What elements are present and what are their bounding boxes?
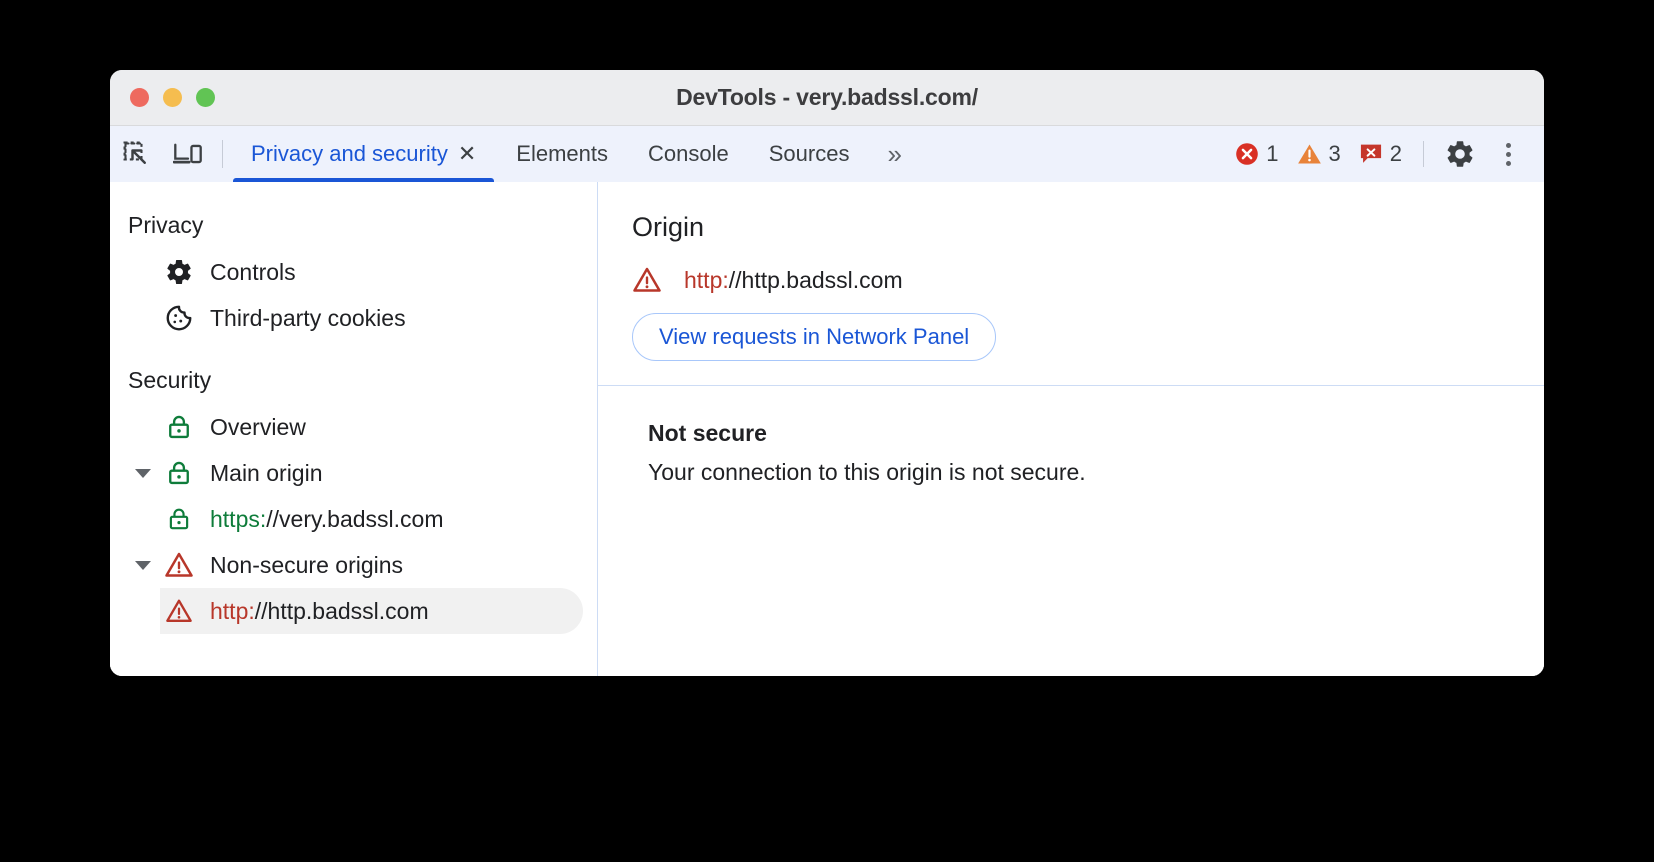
- url-scheme: http:: [684, 266, 729, 293]
- security-status-description: Your connection to this origin is not se…: [648, 459, 1086, 485]
- close-window-button[interactable]: [130, 88, 149, 107]
- tab-console[interactable]: Console: [628, 126, 749, 182]
- kebab-dot: [1505, 160, 1511, 166]
- url-host: //http.badssl.com: [728, 266, 903, 293]
- device-toolbar-icon[interactable]: [162, 126, 214, 182]
- lock-green-icon: [160, 459, 198, 487]
- warning-triangle-icon: [160, 597, 198, 625]
- window-title-bar: DevTools - very.badssl.com/: [110, 70, 1544, 126]
- main-panel: Origin http://http.badssl.com View reque…: [598, 182, 1544, 676]
- sidebar-item-label: Main origin: [210, 459, 323, 486]
- sidebar-item-origin-url: https://very.badssl.com: [198, 506, 444, 533]
- devtools-toolbar: Privacy and security ✕ Elements Console …: [110, 126, 1544, 182]
- sidebar-section-security-title: Security: [128, 367, 212, 393]
- sidebar-item-main-origin[interactable]: Main origin: [110, 450, 583, 496]
- sidebar-item-non-secure-origins[interactable]: Non-secure origins: [110, 542, 583, 588]
- error-icon: [1236, 143, 1259, 165]
- view-requests-in-network-panel-button[interactable]: View requests in Network Panel: [632, 313, 997, 361]
- url-host: //very.badssl.com: [266, 505, 444, 532]
- cookie-icon: [160, 303, 198, 333]
- tab-label: Privacy and security: [251, 141, 448, 166]
- toolbar-divider: [222, 140, 223, 168]
- warning-count: 3: [1328, 141, 1341, 166]
- more-tabs-chevron-icon[interactable]: »: [869, 126, 919, 182]
- origin-url-row: http://http.badssl.com: [632, 265, 1544, 295]
- sidebar-section-privacy-title: Privacy: [128, 212, 204, 238]
- page-title: Origin: [632, 212, 705, 242]
- security-status-title: Not secure: [648, 420, 767, 446]
- issue-counter[interactable]: 2: [1350, 141, 1411, 167]
- chevron-down-icon[interactable]: [126, 468, 160, 478]
- issue-icon: [1360, 144, 1381, 163]
- maximize-window-button[interactable]: [196, 88, 215, 107]
- warning-counter[interactable]: 3: [1288, 141, 1350, 167]
- sidebar-item-label: Non-secure origins: [210, 551, 404, 578]
- kebab-dot: [1505, 151, 1511, 157]
- sidebar-item-third-party-cookies[interactable]: Third-party cookies: [110, 295, 583, 341]
- tab-label: Sources: [768, 141, 850, 166]
- sidebar-item-controls[interactable]: Controls: [110, 249, 583, 295]
- security-detail-section: Not secure Your connection to this origi…: [598, 386, 1544, 486]
- sidebar-item-origin-url: http://http.badssl.com: [198, 598, 429, 625]
- traffic-light-buttons: [110, 88, 215, 107]
- sidebar-item-very-badssl-com[interactable]: https://very.badssl.com: [160, 496, 583, 542]
- toolbar-right-group: 1 3 2: [1226, 126, 1544, 182]
- window-title: DevTools - very.badssl.com/: [676, 84, 978, 110]
- toolbar-divider: [1423, 141, 1424, 167]
- sidebar-item-http-badssl-com[interactable]: http://http.badssl.com: [160, 588, 583, 634]
- tab-privacy-and-security[interactable]: Privacy and security ✕: [231, 126, 496, 182]
- sidebar-item-overview[interactable]: Overview: [110, 404, 583, 450]
- url-scheme: http:: [210, 597, 255, 624]
- devtools-body: Privacy Controls Third-party cookies Sec…: [110, 182, 1544, 676]
- tab-sources[interactable]: Sources: [749, 126, 870, 182]
- kebab-menu-icon[interactable]: [1484, 130, 1532, 178]
- sidebar-item-label: Third-party cookies: [210, 304, 406, 331]
- warning-triangle-icon: [632, 265, 662, 295]
- warning-triangle-icon: [160, 550, 198, 580]
- origin-url: http://http.badssl.com: [684, 267, 903, 294]
- issue-count: 2: [1389, 141, 1402, 166]
- error-count: 1: [1266, 141, 1279, 166]
- origin-section: Origin http://http.badssl.com View reque…: [598, 182, 1544, 386]
- lock-green-icon: [160, 413, 198, 441]
- tab-label: Elements: [516, 141, 609, 166]
- close-icon[interactable]: ✕: [458, 143, 476, 165]
- error-counter[interactable]: 1: [1226, 141, 1287, 167]
- warning-icon: [1297, 144, 1321, 164]
- gear-icon: [160, 257, 198, 287]
- chevron-down-icon[interactable]: [126, 560, 160, 570]
- lock-green-icon: [160, 506, 198, 532]
- inspect-element-icon[interactable]: [110, 126, 162, 182]
- kebab-dot: [1505, 142, 1511, 148]
- url-scheme: https:: [210, 505, 267, 532]
- sidebar-item-label: Controls: [210, 258, 296, 285]
- tab-elements[interactable]: Elements: [496, 126, 628, 182]
- tab-label: Console: [648, 141, 729, 166]
- sidebar: Privacy Controls Third-party cookies Sec…: [110, 182, 598, 676]
- url-host: //http.badssl.com: [254, 597, 429, 624]
- devtools-window: DevTools - very.badssl.com/ Privacy and …: [110, 70, 1544, 676]
- minimize-window-button[interactable]: [163, 88, 182, 107]
- gear-icon[interactable]: [1436, 130, 1484, 178]
- sidebar-item-label: Overview: [210, 413, 306, 440]
